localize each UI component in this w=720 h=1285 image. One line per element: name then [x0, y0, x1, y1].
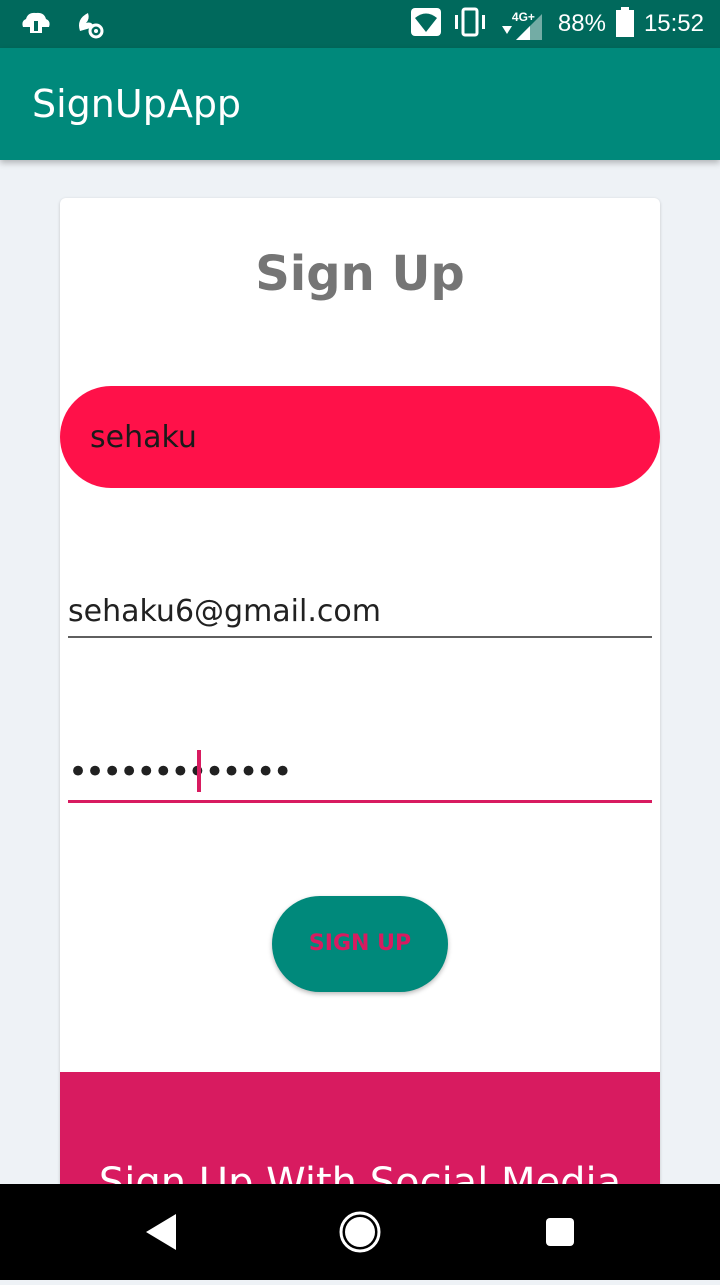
settings-icon [74, 9, 104, 44]
recents-button[interactable] [512, 1184, 608, 1280]
vibrate-icon [452, 7, 488, 42]
email-value: sehaku6@gmail.com [68, 594, 381, 629]
username-field[interactable]: sehaku [60, 386, 660, 488]
social-signup-panel[interactable]: Sign Up With Social Media [60, 1072, 660, 1198]
username-value: sehaku [90, 420, 197, 455]
wifi-icon [410, 7, 442, 42]
email-field[interactable]: sehaku6@gmail.com [68, 590, 652, 638]
home-icon [339, 1211, 381, 1253]
cloud-download-icon [20, 9, 52, 44]
battery-percent: 88% [557, 10, 606, 37]
recents-icon [546, 1218, 574, 1246]
app-title: SignUpApp [32, 82, 242, 126]
back-icon [146, 1214, 176, 1250]
navigation-bar [0, 1184, 720, 1280]
clock: 15:52 [643, 10, 704, 37]
signup-card: Sign Up sehaku sehaku6@gmail.com •••••••… [60, 198, 660, 1198]
status-bar: 4G+ 88% 15:52 [0, 0, 720, 48]
password-value: ••••••••••••• [68, 752, 293, 792]
home-button[interactable] [312, 1184, 408, 1280]
signup-button[interactable]: SIGN UP [272, 896, 448, 992]
app-bar: SignUpApp [0, 48, 720, 160]
battery-icon [615, 6, 634, 42]
password-field[interactable]: ••••••••••••• [68, 746, 652, 803]
network-type-label: 4G+ [511, 10, 535, 24]
signal-icon: 4G+ [498, 4, 548, 44]
text-caret [197, 750, 201, 792]
page-title: Sign Up [255, 246, 465, 302]
back-button[interactable] [112, 1184, 208, 1280]
